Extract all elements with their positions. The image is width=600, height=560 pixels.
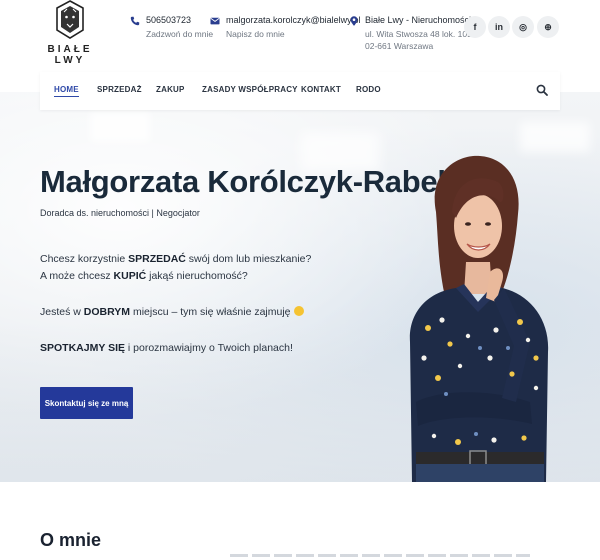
nav-item-kontakt[interactable]: KONTAKT xyxy=(301,85,341,94)
contact-address[interactable]: Białe Lwy - Nieruchomości ul. Wita Stwos… xyxy=(349,14,472,58)
hero-keyword-good: DOBRYM xyxy=(83,306,131,318)
email-address[interactable]: malgorzata.korolczyk@bialelwy.pl xyxy=(226,14,361,26)
contact-email[interactable]: malgorzata.korolczyk@bialelwy.pl Napisz … xyxy=(210,14,361,44)
address-line1: ul. Wita Stwosza 48 lok. 109 xyxy=(365,29,472,39)
map-pin-icon xyxy=(350,16,358,26)
hero-line-place: Jesteś w DOBRYM miejscu – tym się właśni… xyxy=(40,305,304,319)
hero-keyword-buy: KUPIĆ xyxy=(113,270,147,282)
hero-text: Chcesz korzystnie xyxy=(40,253,129,265)
phone-label: Zadzwoń do mnie xyxy=(146,29,214,39)
hero-line-sell: Chcesz korzystnie SPRZEDAĆ swój dom lub … xyxy=(40,252,311,266)
globe-icon[interactable]: ⊕ xyxy=(537,16,559,38)
lion-logo-icon xyxy=(56,0,84,39)
hero-text: jakąś nieruchomość? xyxy=(146,270,248,282)
hero-text: miejscu – tym się właśnie zajmuję xyxy=(130,306,291,318)
nav-item-zakup[interactable]: ZAKUP xyxy=(156,85,185,94)
hero-text: Jesteś w xyxy=(40,306,84,318)
hero-keyword-meet: SPOTKAJMY SIĘ xyxy=(40,342,125,354)
nav-item-zasady-wspolpracy[interactable]: ZASADY WSPÓŁPRACY xyxy=(202,85,298,94)
logo[interactable]: BIAŁE LWY xyxy=(38,0,102,66)
nav-item-home[interactable]: HOME xyxy=(54,85,79,97)
background-blur xyxy=(520,122,590,152)
about-text-preview xyxy=(230,554,530,557)
search-icon[interactable] xyxy=(536,84,548,96)
smile-emoji-icon xyxy=(293,306,304,316)
hero-role: Doradca ds. nieruchomości | Negocjator xyxy=(40,208,200,218)
envelope-icon xyxy=(210,17,220,25)
hero-line-buy: A może chcesz KUPIĆ jakąś nieruchomość? xyxy=(40,269,248,283)
phone-icon xyxy=(130,16,140,26)
hero-text: swój dom lub mieszkanie? xyxy=(185,253,312,265)
facebook-icon[interactable]: f xyxy=(464,16,486,38)
hero-name: Małgorzata Korólczyk-Rabek xyxy=(40,164,455,199)
hero-keyword-sell: SPRZEDAĆ xyxy=(128,253,186,265)
hero-section: Małgorzata Korólczyk-Rabek Doradca ds. n… xyxy=(0,92,600,482)
address-line2: 02-661 Warszawa xyxy=(365,41,434,51)
hero-line-meet: SPOTKAJMY SIĘ i porozmawiajmy o Twoich p… xyxy=(40,341,293,355)
main-nav: HOME SPRZEDAŻ ZAKUP ZASADY WSPÓŁPRACY KO… xyxy=(40,72,560,110)
email-label: Napisz do mnie xyxy=(226,29,285,39)
linkedin-icon[interactable]: in xyxy=(488,16,510,38)
top-bar: BIAŁE LWY 506503723 Zadzwoń do mnie malg… xyxy=(0,0,600,70)
logo-text: BIAŁE LWY xyxy=(47,44,93,66)
background-blur xyxy=(90,112,150,142)
hero-text: i porozmawiajmy o Twoich planach! xyxy=(125,342,293,354)
nav-item-sprzedaz[interactable]: SPRZEDAŻ xyxy=(97,85,142,94)
nav-item-rodo[interactable]: RODO xyxy=(356,85,381,94)
portrait-photo xyxy=(409,155,549,482)
instagram-icon[interactable]: ◎ xyxy=(512,16,534,38)
contact-phone[interactable]: 506503723 Zadzwoń do mnie xyxy=(130,14,214,44)
contact-me-button[interactable]: Skontaktuj się ze mną xyxy=(40,387,133,419)
hero-text: A może chcesz xyxy=(40,270,114,282)
phone-number[interactable]: 506503723 xyxy=(146,14,191,26)
address-title: Białe Lwy - Nieruchomości xyxy=(365,15,472,25)
about-heading: O mnie xyxy=(40,530,102,550)
